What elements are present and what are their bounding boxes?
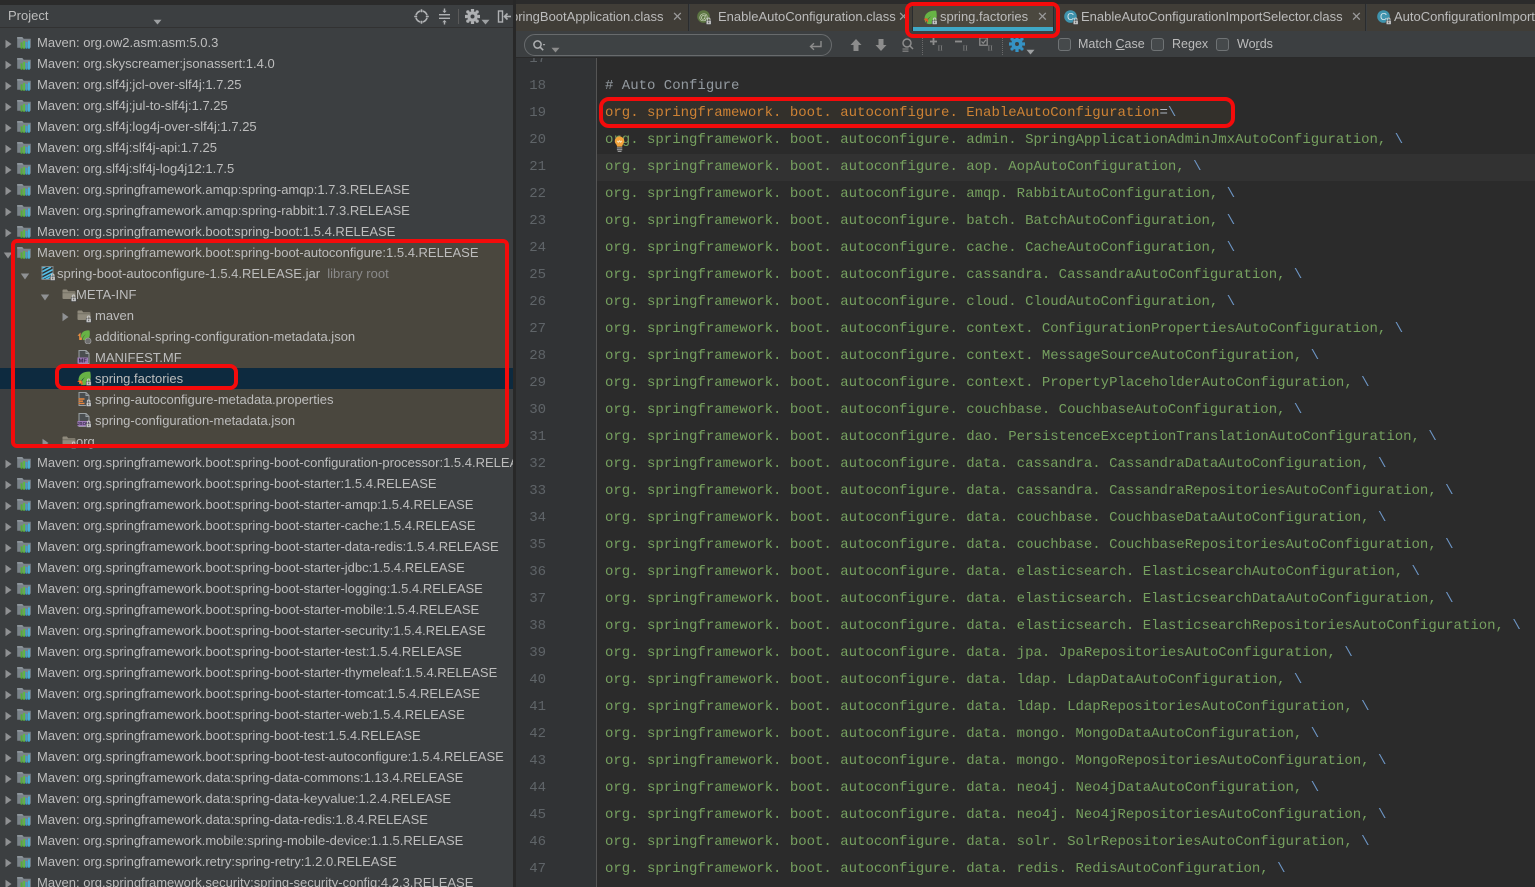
- svg-text:@: @: [699, 11, 709, 22]
- svg-text:II: II: [938, 43, 943, 52]
- svg-text:II: II: [988, 43, 993, 52]
- svg-text:II: II: [963, 43, 968, 52]
